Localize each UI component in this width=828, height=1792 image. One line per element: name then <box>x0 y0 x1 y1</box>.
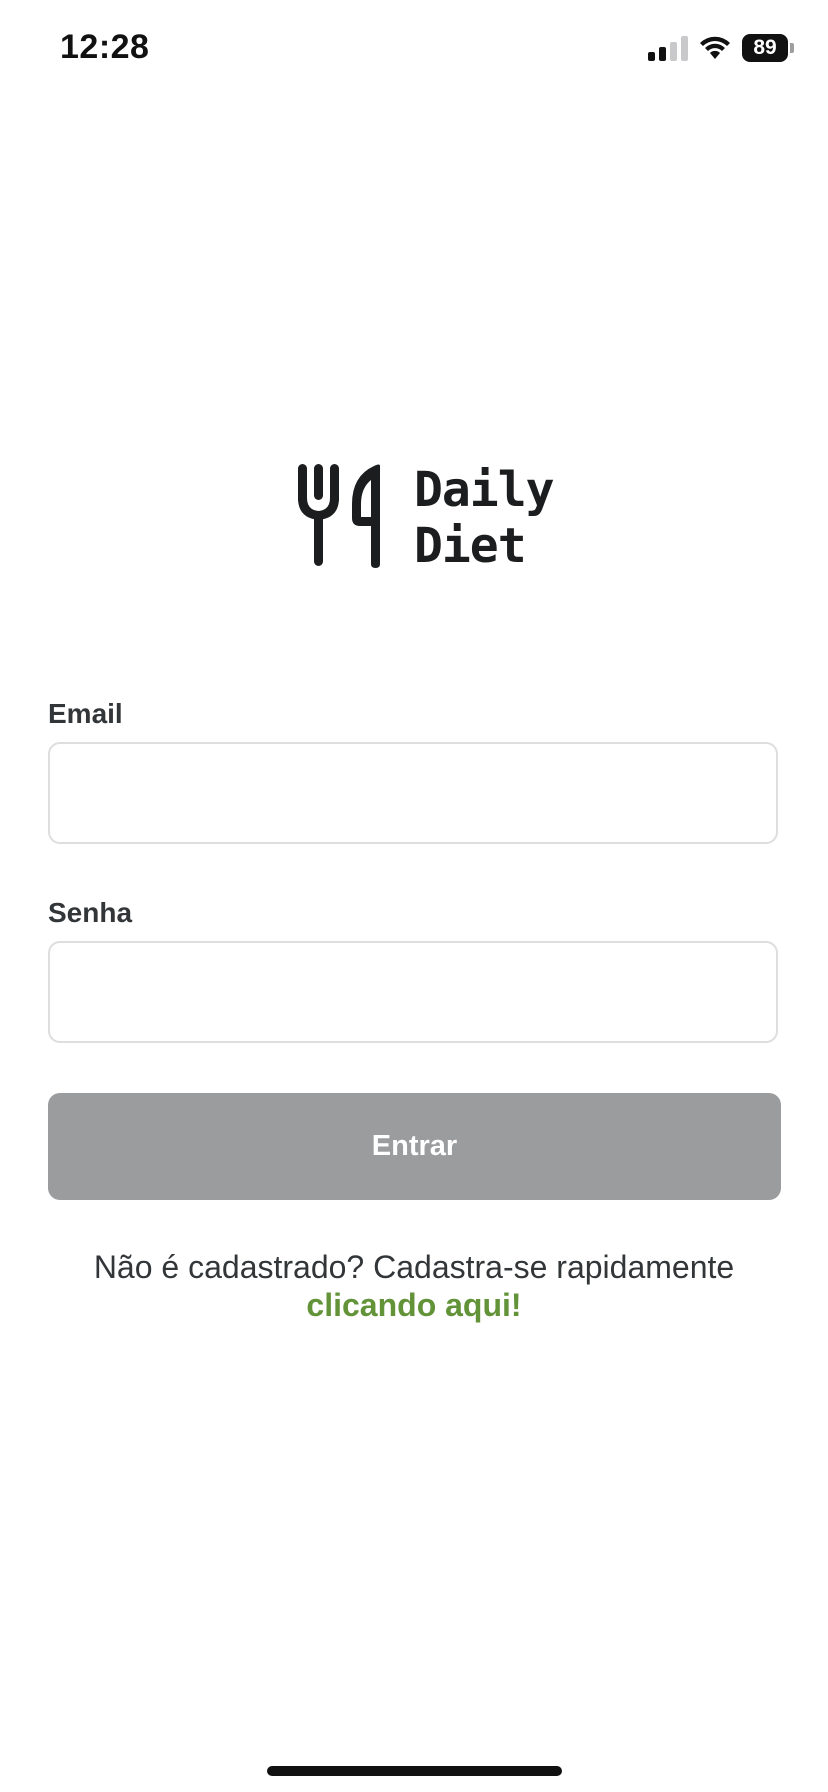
status-bar: 12:28 89 <box>0 0 828 100</box>
cellular-signal-icon <box>648 35 688 61</box>
signup-link[interactable]: clicando aqui! <box>0 1286 828 1324</box>
fork-knife-icon <box>298 464 380 568</box>
email-field[interactable] <box>48 742 778 844</box>
app-logo: Daily Diet <box>296 462 554 574</box>
battery-icon: 89 <box>742 34 794 62</box>
wifi-icon <box>700 36 730 59</box>
battery-level: 89 <box>742 34 788 62</box>
logo-line-2: Diet <box>414 518 527 574</box>
status-time: 12:28 <box>60 28 150 66</box>
home-indicator[interactable] <box>267 1766 562 1776</box>
status-icons: 89 <box>648 34 794 62</box>
signup-prompt: Não é cadastrado? Cadastra-se rapidament… <box>0 1248 828 1324</box>
email-label: Email <box>48 698 123 729</box>
password-field[interactable] <box>48 941 778 1043</box>
signup-text: Não é cadastrado? Cadastra-se rapidament… <box>93 1249 735 1285</box>
logo-wordmark: Daily Diet <box>414 462 554 574</box>
logo-line-1: Daily <box>414 462 554 518</box>
login-button[interactable]: Entrar <box>48 1093 781 1200</box>
password-label: Senha <box>48 897 133 928</box>
